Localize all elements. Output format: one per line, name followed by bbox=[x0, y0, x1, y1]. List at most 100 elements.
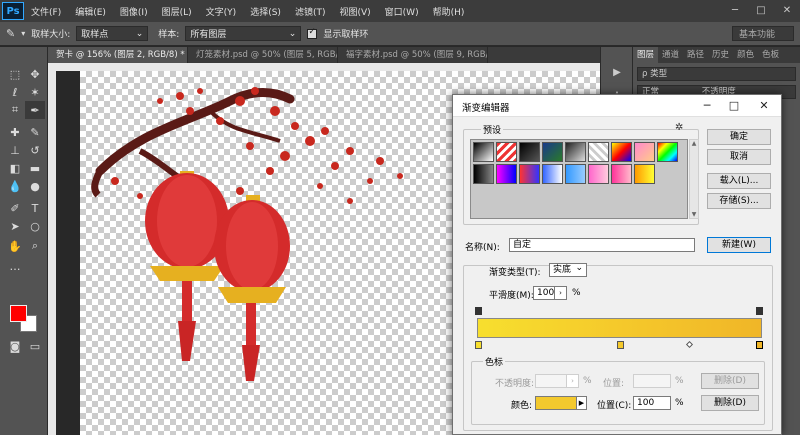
eraser-tool-icon[interactable]: ◧ bbox=[5, 159, 25, 177]
gear-icon[interactable]: ✲ bbox=[675, 122, 683, 133]
presets-grid[interactable] bbox=[470, 139, 688, 219]
workspace-select[interactable]: 基本功能 bbox=[732, 26, 794, 41]
tab-history[interactable]: 历史 bbox=[708, 47, 733, 63]
smoothness-stepper[interactable]: › bbox=[555, 286, 567, 300]
preset-swatch[interactable] bbox=[611, 164, 632, 184]
shape-tool-icon[interactable]: ○ bbox=[25, 217, 45, 235]
tab-fu-material[interactable]: 福字素材.psd @ 50% (图层 9, RGB/8) × bbox=[338, 47, 488, 63]
preset-swatch[interactable] bbox=[565, 164, 586, 184]
preset-swatch[interactable] bbox=[496, 142, 517, 162]
dialog-maximize-button[interactable]: □ bbox=[725, 98, 743, 114]
preset-swatch[interactable] bbox=[496, 164, 517, 184]
sample-size-select[interactable]: 取样点 ⌄ bbox=[76, 26, 149, 41]
color-stop-middle[interactable] bbox=[617, 341, 624, 349]
color-menu-arrow[interactable]: ▶ bbox=[577, 396, 587, 410]
tab-color[interactable]: 颜色 bbox=[733, 47, 758, 63]
scroll-up-icon[interactable]: ▲ bbox=[690, 140, 698, 147]
menu-help[interactable]: 帮助(H) bbox=[426, 5, 472, 18]
tab-lantern-material[interactable]: 灯笼素材.psd @ 50% (图层 5, RGB/8) × bbox=[188, 47, 338, 63]
new-button[interactable]: 新建(W) bbox=[707, 237, 771, 253]
type-tool-icon[interactable]: T bbox=[25, 199, 45, 217]
color-stop-right[interactable] bbox=[756, 341, 763, 349]
dodge-tool-icon[interactable]: ● bbox=[25, 177, 45, 195]
sample-select[interactable]: 所有图层 ⌄ bbox=[185, 26, 302, 41]
menu-view[interactable]: 视图(V) bbox=[332, 5, 377, 18]
preset-swatch[interactable] bbox=[519, 142, 540, 162]
preset-swatch[interactable] bbox=[588, 142, 609, 162]
tab-paths[interactable]: 路径 bbox=[683, 47, 708, 63]
tab-greeting-card[interactable]: 贺卡 @ 156% (图层 2, RGB/8) * × bbox=[48, 47, 188, 63]
clone-stamp-tool-icon[interactable]: ⊥ bbox=[5, 141, 25, 159]
move-tool-icon[interactable]: ✥ bbox=[25, 65, 45, 83]
preset-swatch[interactable] bbox=[611, 142, 632, 162]
window-maximize-button[interactable]: □ bbox=[748, 0, 774, 22]
pen-tool-icon[interactable]: ✐ bbox=[5, 199, 25, 217]
cancel-button[interactable]: 取消 bbox=[707, 149, 771, 165]
preset-swatch[interactable] bbox=[565, 142, 586, 162]
preset-swatch[interactable] bbox=[657, 142, 678, 162]
preset-swatch[interactable] bbox=[588, 164, 609, 184]
eyedropper-tool-icon[interactable]: ✒ bbox=[25, 101, 45, 119]
color-location-input[interactable]: 100 bbox=[633, 396, 671, 410]
show-sampling-ring-checkbox[interactable] bbox=[307, 27, 318, 39]
eyedropper-icon[interactable]: ✎ bbox=[6, 27, 15, 40]
opacity-stop-left[interactable] bbox=[475, 307, 482, 315]
dialog-minimize-button[interactable]: ─ bbox=[698, 98, 716, 114]
gradient-preview-bar[interactable] bbox=[477, 318, 762, 338]
name-input[interactable]: 自定 bbox=[509, 238, 695, 252]
stop-opacity-input[interactable] bbox=[535, 374, 567, 388]
magic-wand-tool-icon[interactable]: ✶ bbox=[25, 83, 45, 101]
menu-select[interactable]: 选择(S) bbox=[243, 5, 288, 18]
preset-swatch[interactable] bbox=[542, 164, 563, 184]
window-minimize-button[interactable]: ─ bbox=[722, 0, 748, 22]
opacity-location-input[interactable] bbox=[633, 374, 671, 388]
scroll-down-icon[interactable]: ▼ bbox=[690, 211, 698, 218]
menu-layer[interactable]: 图层(L) bbox=[155, 5, 199, 18]
marquee-tool-icon[interactable]: ⬚ bbox=[5, 65, 25, 83]
menu-filter[interactable]: 滤镜(T) bbox=[288, 5, 333, 18]
presets-scrollbar[interactable]: ▲ ▼ bbox=[689, 139, 699, 219]
dialog-close-button[interactable]: ✕ bbox=[755, 98, 773, 114]
smoothness-input[interactable]: 100 bbox=[533, 286, 555, 300]
preset-swatch[interactable] bbox=[634, 142, 655, 162]
path-selection-tool-icon[interactable]: ➤ bbox=[5, 217, 25, 235]
menu-edit[interactable]: 编辑(E) bbox=[68, 5, 113, 18]
delete-opacity-stop-button[interactable]: 删除(D) bbox=[701, 373, 759, 389]
tab-swatches[interactable]: 色板 bbox=[758, 47, 783, 63]
preset-swatch[interactable] bbox=[473, 142, 494, 162]
preset-swatch[interactable] bbox=[473, 164, 494, 184]
tab-layers[interactable]: 图层 bbox=[633, 47, 659, 63]
preset-swatch[interactable] bbox=[542, 142, 563, 162]
menu-image[interactable]: 图像(I) bbox=[113, 5, 155, 18]
screen-mode-icon[interactable]: ▭ bbox=[25, 337, 45, 355]
menu-window[interactable]: 窗口(W) bbox=[378, 5, 426, 18]
lasso-tool-icon[interactable]: ℓ bbox=[5, 83, 25, 101]
gradient-tool-icon[interactable]: ▬ bbox=[25, 159, 45, 177]
tool-preset-dropdown[interactable]: ▾ bbox=[21, 29, 25, 38]
stop-color-swatch[interactable] bbox=[535, 396, 577, 410]
crop-tool-icon[interactable]: ⌗ bbox=[5, 101, 25, 119]
opacity-stop-right[interactable] bbox=[756, 307, 763, 315]
gradient-type-select[interactable]: 实底 bbox=[549, 262, 587, 277]
play-icon[interactable]: ▶ bbox=[608, 67, 626, 81]
delete-color-stop-button[interactable]: 删除(D) bbox=[701, 395, 759, 411]
brush-tool-icon[interactable]: ✎ bbox=[25, 123, 45, 141]
color-stop-left[interactable] bbox=[475, 341, 482, 349]
preset-swatch[interactable] bbox=[519, 164, 540, 184]
foreground-color-swatch[interactable] bbox=[10, 305, 27, 322]
tab-channels[interactable]: 通道 bbox=[658, 47, 683, 63]
zoom-tool-icon[interactable]: ⌕ bbox=[25, 237, 45, 255]
window-close-button[interactable]: ✕ bbox=[774, 0, 800, 22]
ok-button[interactable]: 确定 bbox=[707, 129, 771, 145]
stop-opacity-stepper[interactable]: › bbox=[567, 374, 579, 388]
blur-tool-icon[interactable]: 💧 bbox=[5, 177, 25, 195]
menu-type[interactable]: 文字(Y) bbox=[199, 5, 244, 18]
layer-kind-filter[interactable]: ρ 类型 bbox=[637, 67, 796, 81]
history-brush-tool-icon[interactable]: ↺ bbox=[25, 141, 45, 159]
save-button[interactable]: 存储(S)... bbox=[707, 193, 771, 209]
hand-tool-icon[interactable]: ✋ bbox=[5, 237, 25, 255]
quick-mask-icon[interactable]: ◙ bbox=[5, 337, 25, 355]
more-tools-icon[interactable]: … bbox=[5, 257, 25, 275]
load-button[interactable]: 载入(L)... bbox=[707, 173, 771, 189]
menu-file[interactable]: 文件(F) bbox=[24, 5, 68, 18]
